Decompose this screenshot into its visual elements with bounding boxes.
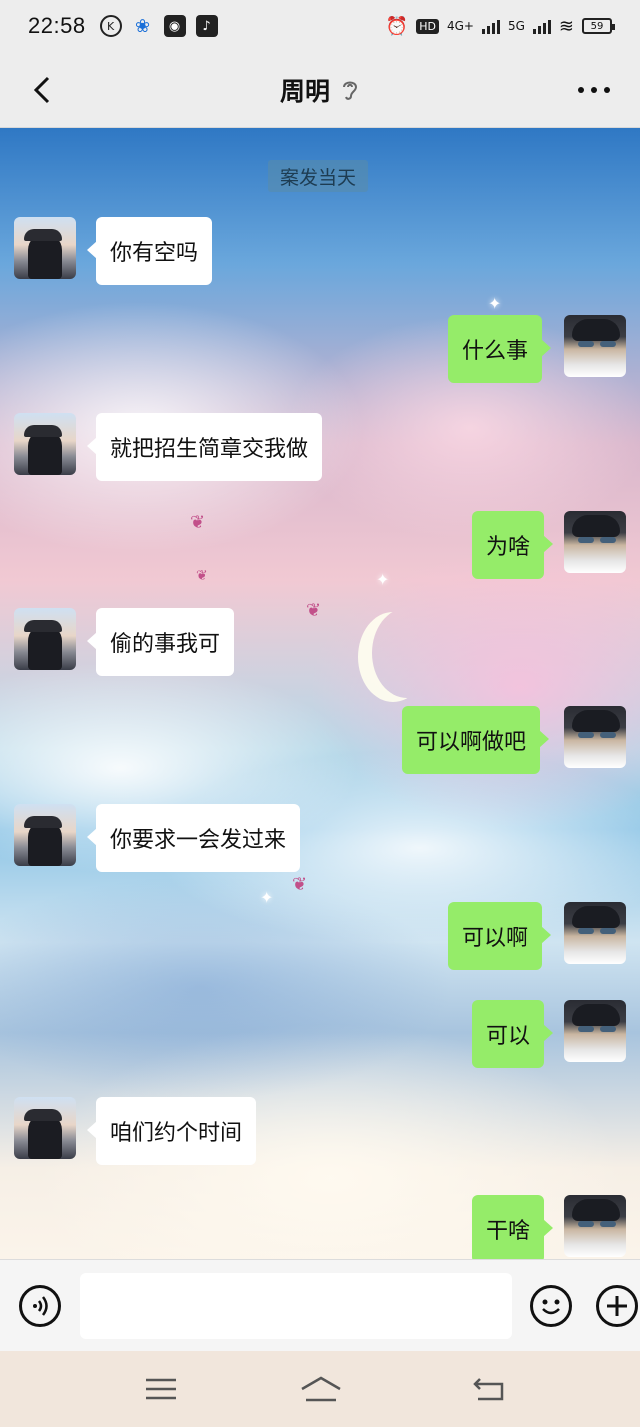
baidu-paw-icon: ❀ — [135, 15, 151, 37]
ear-icon — [343, 81, 358, 100]
message-bubble-incoming[interactable]: 咱们约个时间 — [86, 1097, 257, 1165]
message-bubble-outgoing[interactable]: 可以啊做吧 — [402, 706, 550, 774]
my-avatar[interactable] — [564, 315, 626, 377]
more-icon[interactable] — [578, 87, 610, 93]
sparkle-decoration: ✦ — [488, 294, 502, 313]
contact-avatar[interactable] — [14, 217, 76, 279]
plus-icon[interactable] — [596, 1285, 638, 1327]
message-bubble-outgoing[interactable]: 干啥 — [472, 1195, 554, 1259]
menu-icon[interactable] — [144, 1375, 178, 1403]
butterfly-decoration: ❦ — [190, 512, 206, 533]
message-bubble-incoming[interactable]: 偷的事我可 — [86, 608, 235, 676]
my-avatar[interactable] — [564, 1000, 626, 1062]
k-app-icon: K — [99, 15, 122, 37]
battery-icon: 59 — [582, 18, 615, 34]
message-bubble-incoming[interactable]: 就把招生简章交我做 — [86, 413, 323, 481]
chat-timestamp: 案发当天 — [268, 160, 369, 192]
my-avatar[interactable] — [564, 1195, 626, 1257]
moon-decoration — [372, 608, 442, 698]
alarm-icon: ⏰ — [385, 15, 409, 37]
contact-avatar[interactable] — [14, 804, 76, 866]
status-time: 22:58 — [28, 13, 86, 38]
tiktok-icon: ♪ — [195, 15, 218, 37]
my-avatar[interactable] — [564, 511, 626, 573]
wifi-icon: ≋ — [558, 15, 574, 37]
mask-app-icon: ◉ — [163, 15, 186, 37]
return-icon[interactable] — [472, 1375, 506, 1403]
sparkle-decoration: ✦ — [260, 888, 274, 907]
hd-badge: HD — [416, 18, 439, 34]
signal-icon — [481, 18, 500, 34]
system-nav-bar — [0, 1351, 640, 1427]
message-bubble-outgoing[interactable]: 什么事 — [448, 315, 552, 383]
sparkle-decoration: ✦ — [376, 570, 390, 589]
contact-avatar[interactable] — [14, 608, 76, 670]
signal2-icon — [532, 18, 551, 34]
contact-avatar[interactable] — [14, 413, 76, 475]
network-label: 4G+ — [446, 19, 474, 33]
butterfly-decoration: ❦ — [196, 568, 208, 584]
my-avatar[interactable] — [564, 706, 626, 768]
back-arrow-icon[interactable] — [26, 72, 62, 108]
my-avatar[interactable] — [564, 902, 626, 964]
emoji-icon[interactable] — [530, 1285, 572, 1327]
message-bubble-outgoing[interactable]: 可以 — [472, 1000, 554, 1068]
title-wrap: 周明 — [280, 72, 360, 108]
message-bubble-outgoing[interactable]: 为啥 — [472, 511, 554, 579]
contact-name: 周明 — [279, 76, 330, 106]
voice-icon[interactable] — [19, 1285, 61, 1327]
message-bubble-outgoing[interactable]: 可以啊 — [448, 902, 552, 970]
message-bubble-incoming[interactable]: 你有空吗 — [86, 217, 213, 285]
chat-header: 周明 — [0, 52, 640, 128]
contact-avatar[interactable] — [14, 1097, 76, 1159]
input-bar — [0, 1259, 640, 1351]
message-bubble-incoming[interactable]: 你要求一会发过来 — [86, 804, 301, 872]
chat-area[interactable]: ❦ ❦ ❦ ❦ ✦ ✦ ✦ 案发当天 你有空吗 什么事 就把招生简章交我做 为啥… — [0, 128, 640, 1259]
butterfly-decoration: ❦ — [306, 600, 322, 621]
network2-label: 5G — [507, 19, 525, 33]
status-right: ⏰ HD 4G+ 5G ≋ 59 — [385, 15, 615, 37]
message-input[interactable] — [80, 1273, 512, 1339]
home-icon[interactable] — [300, 1375, 342, 1403]
butterfly-decoration: ❦ — [292, 874, 308, 895]
status-bar: 22:58 K ❀ ◉ ♪ ⏰ HD 4G+ 5G ≋ 59 — [0, 0, 640, 52]
